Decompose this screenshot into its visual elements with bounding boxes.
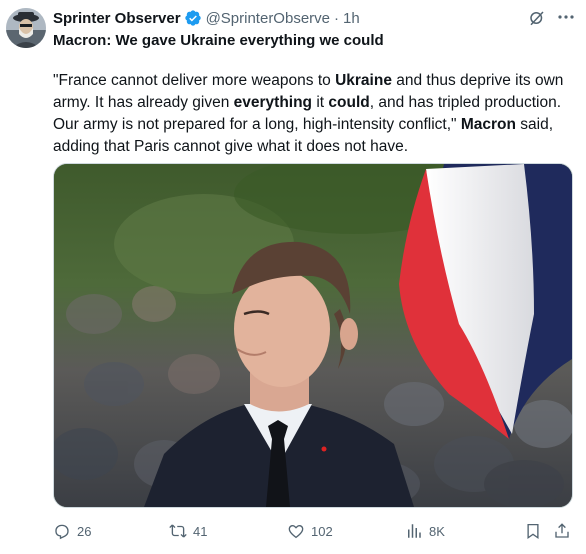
- action-bar: 26 41 102 8K: [53, 520, 572, 542]
- views-count: 8K: [429, 523, 445, 539]
- reply-button[interactable]: 26: [53, 520, 91, 542]
- bookmark-button[interactable]: [524, 520, 542, 542]
- timestamp[interactable]: 1h: [343, 10, 360, 27]
- views-button[interactable]: 8K: [405, 520, 445, 542]
- like-count: 102: [311, 523, 333, 539]
- reply-count: 26: [77, 523, 92, 539]
- body-text-segment: "France cannot deliver more weapons to: [53, 72, 336, 89]
- tweet-card[interactable]: Sprinter Observer @SprinterObserve · 1h …: [0, 0, 586, 554]
- header-separator: ·: [334, 9, 340, 27]
- tweet-body: "France cannot deliver more weapons to U…: [53, 70, 573, 158]
- repost-button[interactable]: 41: [169, 520, 207, 542]
- body-bold-segment: Macron: [460, 116, 516, 133]
- like-icon: [288, 524, 304, 539]
- tweet-header: Sprinter Observer @SprinterObserve · 1h: [53, 8, 572, 28]
- avatar[interactable]: [6, 8, 46, 48]
- reply-icon: [55, 524, 69, 540]
- verified-badge-icon: [184, 10, 201, 26]
- author-handle[interactable]: @SprinterObserve: [206, 10, 330, 27]
- repost-icon: [169, 524, 187, 538]
- body-bold-segment: could: [328, 94, 370, 111]
- views-icon: [408, 524, 421, 538]
- author-name[interactable]: Sprinter Observer: [53, 10, 181, 27]
- share-button[interactable]: [553, 520, 571, 542]
- more-icon[interactable]: [556, 7, 576, 27]
- tweet-photo[interactable]: [53, 163, 573, 508]
- body-bold-segment: Ukraine: [335, 72, 392, 89]
- bookmark-icon: [527, 523, 539, 540]
- like-button[interactable]: 102: [287, 520, 333, 542]
- avatar-image: [6, 8, 46, 48]
- tweet-headline: Macron: We gave Ukraine everything we co…: [53, 32, 384, 49]
- repost-count: 41: [193, 523, 208, 539]
- share-icon: [555, 523, 569, 538]
- grok-icon[interactable]: [528, 9, 546, 27]
- body-text-segment: it: [312, 94, 329, 111]
- photo-image: [54, 164, 572, 507]
- body-bold-segment: everything: [233, 94, 313, 111]
